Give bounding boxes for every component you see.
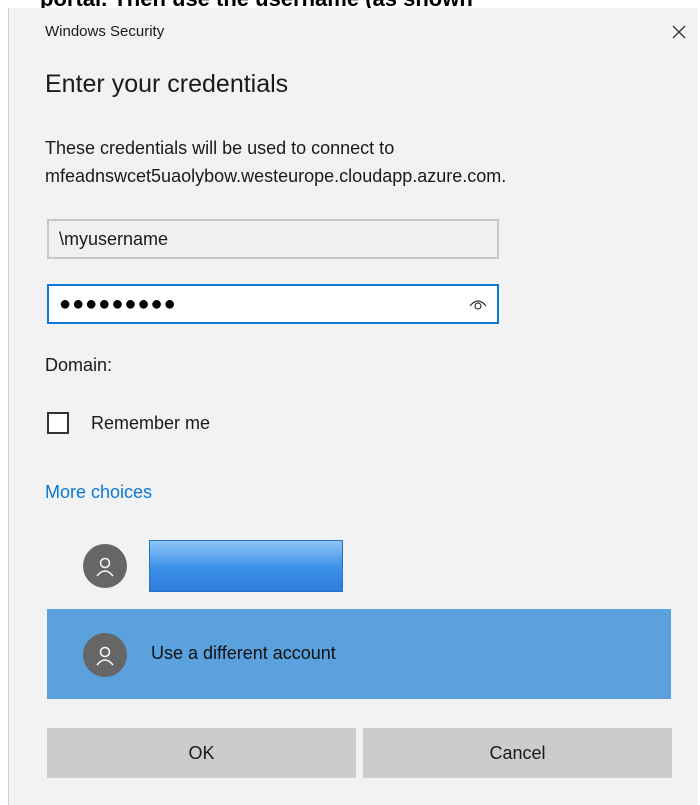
user-avatar-icon — [83, 544, 127, 588]
password-masked-value: ●●●●●●●●● — [59, 292, 177, 315]
window-title: Windows Security — [45, 23, 165, 40]
close-button[interactable] — [665, 18, 693, 46]
account-option-redacted[interactable] — [47, 520, 671, 610]
username-value: \myusername — [59, 228, 169, 249]
use-different-account-label: Use a different account — [151, 643, 336, 663]
description-host: mfeadnswcet5uaolybow.westeurope.cloudapp… — [45, 166, 507, 186]
dialog-description: These credentials will be used to connec… — [45, 134, 685, 190]
reveal-password-button[interactable] — [467, 294, 489, 314]
password-field[interactable]: ●●●●●●●●● — [47, 284, 499, 324]
remember-me-checkbox-row[interactable]: Remember me — [47, 412, 210, 434]
screenshot-page: portal. Then use the username (as shown … — [0, 0, 700, 805]
cancel-button[interactable]: Cancel — [363, 728, 672, 778]
user-avatar-icon — [83, 633, 127, 677]
windows-security-dialog: Windows Security Enter your credentials … — [8, 8, 698, 805]
ok-button[interactable]: OK — [47, 728, 356, 778]
username-field[interactable]: \myusername — [47, 219, 499, 259]
domain-label: Domain: — [45, 355, 113, 375]
use-different-account-option[interactable]: Use a different account — [47, 609, 671, 699]
cropped-background-text: portal. Then use the username (as shown — [0, 0, 700, 8]
title-bar: Windows Security — [9, 8, 699, 48]
dialog-heading: Enter your credentials — [45, 70, 289, 98]
description-line-1: These credentials will be used to connec… — [45, 138, 395, 158]
close-icon — [672, 25, 686, 39]
eye-icon — [469, 300, 487, 310]
more-choices-link[interactable]: More choices — [45, 482, 152, 503]
redacted-account-name — [149, 540, 343, 592]
remember-me-checkbox[interactable] — [47, 412, 69, 434]
remember-me-label[interactable]: Remember me — [91, 413, 210, 434]
